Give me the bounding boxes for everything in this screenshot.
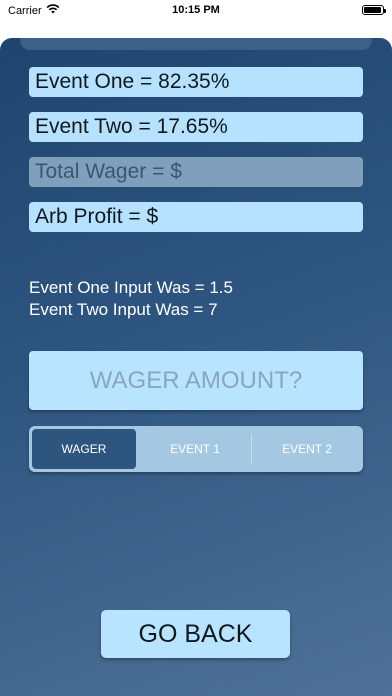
- event-two-result: Event Two = 17.65%: [29, 112, 363, 142]
- segment-wager[interactable]: WAGER: [32, 429, 136, 469]
- segment-event-1[interactable]: EVENT 1: [139, 426, 251, 472]
- status-right: [362, 5, 386, 15]
- event-one-result: Event One = 82.35%: [29, 67, 363, 97]
- segmented-control: WAGER EVENT 1 EVENT 2: [29, 426, 363, 472]
- event-one-input-summary: Event One Input Was = 1.5: [29, 278, 233, 297]
- modal-sheet: Event One = 82.35% Event Two = 17.65% To…: [0, 38, 392, 696]
- battery-icon: [362, 5, 386, 15]
- status-time: 10:15 PM: [172, 4, 220, 16]
- total-wager-result: Total Wager = $: [29, 157, 363, 187]
- arb-profit-result: Arb Profit = $: [29, 202, 363, 232]
- go-back-button[interactable]: GO BACK: [101, 610, 290, 658]
- battery-fill: [364, 7, 381, 13]
- event-two-input-summary: Event Two Input Was = 7: [29, 300, 218, 319]
- segment-event-2[interactable]: EVENT 2: [251, 426, 363, 472]
- sheet-grabber[interactable]: [20, 38, 372, 50]
- status-bar: Carrier 10:15 PM: [0, 0, 392, 22]
- wager-amount-input[interactable]: [29, 351, 363, 410]
